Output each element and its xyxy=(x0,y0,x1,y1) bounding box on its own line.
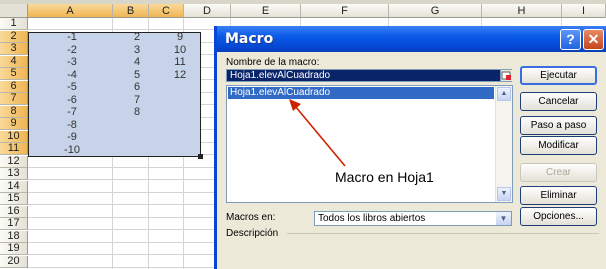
cell-value[interactable]: 5 xyxy=(117,69,157,81)
row-header[interactable]: 1 xyxy=(0,18,28,30)
cell-value[interactable]: -1 xyxy=(52,31,92,43)
macros-in-select[interactable]: Todos los libros abiertos ▼ xyxy=(314,211,512,226)
help-icon: ? xyxy=(566,31,575,47)
row-header[interactable]: 14 xyxy=(0,180,28,193)
row-header[interactable]: 11 xyxy=(0,143,28,155)
column-header[interactable]: I xyxy=(562,4,606,18)
cell-value[interactable]: 7 xyxy=(117,94,157,106)
help-button[interactable]: ? xyxy=(560,29,581,50)
column-header[interactable]: E xyxy=(231,4,301,18)
cell-value[interactable]: 11 xyxy=(160,56,200,68)
row-header[interactable]: 7 xyxy=(0,93,28,105)
row-header[interactable]: 3 xyxy=(0,43,28,55)
column-header[interactable]: G xyxy=(389,4,482,18)
cell-value[interactable]: 12 xyxy=(160,69,200,81)
macro-dialog: Macro ? ✕ Nombre de la macro: Hoja1.elev… xyxy=(214,26,606,269)
description-divider xyxy=(287,233,599,234)
close-button[interactable]: ✕ xyxy=(583,29,604,50)
cell-value[interactable]: 4 xyxy=(117,56,157,68)
row-header[interactable]: 18 xyxy=(0,230,28,243)
row-header[interactable]: 12 xyxy=(0,155,28,168)
row-header[interactable]: 17 xyxy=(0,218,28,230)
cell-value[interactable]: -6 xyxy=(52,94,92,106)
row-header[interactable]: 6 xyxy=(0,80,28,93)
cell-value[interactable]: 6 xyxy=(117,81,157,93)
select-all-corner[interactable] xyxy=(0,4,28,18)
column-header[interactable]: B xyxy=(113,4,149,18)
column-header[interactable]: F xyxy=(301,4,389,18)
options-button[interactable]: Opciones... xyxy=(520,207,597,226)
cell-value[interactable]: -3 xyxy=(52,56,92,68)
create-button: Crear xyxy=(520,163,597,182)
cell-value[interactable]: -2 xyxy=(52,44,92,56)
row-header[interactable]: 2 xyxy=(0,30,28,43)
cell-value[interactable]: 10 xyxy=(160,44,200,56)
cell-value[interactable]: -7 xyxy=(52,106,92,118)
cell-value[interactable]: 8 xyxy=(117,106,157,118)
column-header[interactable]: C xyxy=(149,4,184,18)
cell-value[interactable]: 3 xyxy=(117,44,157,56)
annotation-text: Macro en Hoja1 xyxy=(335,169,434,185)
delete-button[interactable]: Eliminar xyxy=(520,186,597,205)
chevron-down-icon[interactable]: ▼ xyxy=(496,212,511,225)
fill-handle[interactable] xyxy=(198,154,203,159)
row-header[interactable]: 5 xyxy=(0,68,28,80)
cell-value[interactable]: 9 xyxy=(160,31,200,43)
row-header[interactable]: 20 xyxy=(0,255,28,268)
row-header[interactable]: 19 xyxy=(0,243,28,255)
description-label: Descripción xyxy=(226,228,279,239)
column-header[interactable]: A xyxy=(28,4,113,18)
close-icon: ✕ xyxy=(587,31,600,47)
row-header[interactable]: 13 xyxy=(0,168,28,180)
step-into-button[interactable]: Paso a paso xyxy=(520,116,597,135)
cell-value[interactable]: -5 xyxy=(52,81,92,93)
row-header[interactable]: 10 xyxy=(0,130,28,143)
macros-in-value: Todos los libros abiertos xyxy=(318,213,426,224)
cell-value[interactable]: -10 xyxy=(52,144,92,156)
column-header[interactable]: H xyxy=(482,4,562,18)
row-header[interactable]: 9 xyxy=(0,118,28,130)
row-header[interactable]: 16 xyxy=(0,205,28,218)
cell-value[interactable]: -4 xyxy=(52,69,92,81)
macros-in-label: Macros en: xyxy=(226,212,276,223)
edit-button[interactable]: Modificar xyxy=(520,136,597,155)
column-header[interactable]: D xyxy=(184,4,231,18)
row-header[interactable]: 4 xyxy=(0,55,28,68)
cell-value[interactable]: -8 xyxy=(52,119,92,131)
run-button[interactable]: Ejecutar xyxy=(520,66,597,85)
cell-value[interactable]: -9 xyxy=(52,131,92,143)
row-header[interactable]: 15 xyxy=(0,193,28,205)
cancel-button[interactable]: Cancelar xyxy=(520,92,597,111)
cell-value[interactable]: 2 xyxy=(117,31,157,43)
row-header[interactable]: 8 xyxy=(0,105,28,118)
